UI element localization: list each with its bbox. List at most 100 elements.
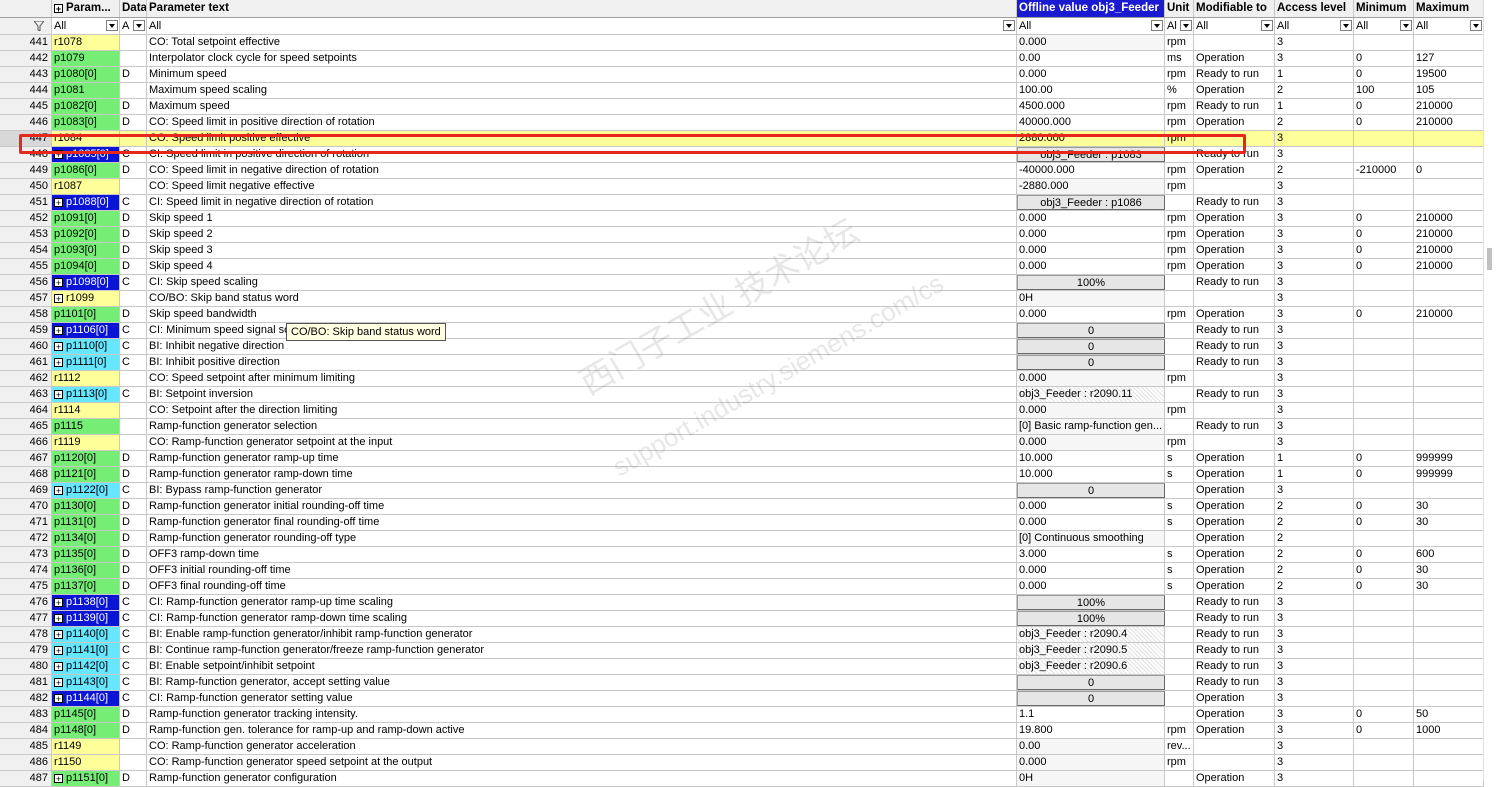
table-row[interactable]: 481 + p1143[0] C BI: Ramp-function generator…	[0, 675, 1484, 691]
offline-value-field[interactable]: 0.000	[1017, 755, 1165, 770]
row-number[interactable]: 444	[0, 83, 52, 98]
row-number[interactable]: 476	[0, 595, 52, 610]
row-number[interactable]: 450	[0, 179, 52, 194]
vertical-scrollbar[interactable]	[1483, 0, 1496, 781]
column-header-minimum[interactable]: Minimum	[1354, 0, 1414, 17]
row-number[interactable]: 478	[0, 627, 52, 642]
table-row[interactable]: 479 + p1141[0] C BI: Continue ramp-function …	[0, 643, 1484, 659]
expand-icon[interactable]: +	[54, 342, 63, 352]
param-number[interactable]: p1131[0]	[52, 515, 120, 530]
param-number[interactable]: p1080[0]	[52, 67, 120, 82]
table-row[interactable]: 446 p1083[0] D CO: Speed limit in positive …	[0, 115, 1484, 131]
dropdown-arrow-icon[interactable]	[1340, 20, 1352, 31]
row-number[interactable]: 479	[0, 643, 52, 658]
row-number[interactable]: 457	[0, 291, 52, 306]
filter-data[interactable]: A	[120, 18, 147, 34]
offline-value-field[interactable]: 10.000	[1017, 451, 1165, 466]
offline-value-field[interactable]: 0H	[1017, 291, 1165, 306]
offline-value-field[interactable]: 1.1	[1017, 707, 1165, 722]
offline-value-field[interactable]: 4500.000	[1017, 99, 1165, 114]
table-row[interactable]: 457 + r1099 CO/BO: Skip band status word 0H 3	[0, 291, 1484, 307]
row-number[interactable]: 469	[0, 483, 52, 498]
row-number[interactable]: 487	[0, 771, 52, 786]
table-row[interactable]: 454 p1093[0] D Skip speed 3 0.000 rpm Operatio…	[0, 243, 1484, 259]
expand-icon[interactable]: +	[54, 678, 63, 688]
offline-value-field[interactable]: 0.000	[1017, 403, 1165, 418]
offline-value-field[interactable]: 3.000	[1017, 547, 1165, 562]
table-row[interactable]: 452 p1091[0] D Skip speed 1 0.000 rpm Operatio…	[0, 211, 1484, 227]
expand-icon[interactable]: +	[54, 278, 63, 288]
table-row[interactable]: 467 p1120[0] D Ramp-function generator ramp…	[0, 451, 1484, 467]
param-number[interactable]: + p1142[0]	[52, 659, 120, 674]
param-number[interactable]: p1130[0]	[52, 499, 120, 514]
table-row[interactable]: 461 + p1111[0] C BI: Inhibit positive direct…	[0, 355, 1484, 371]
param-number[interactable]: p1115	[52, 419, 120, 434]
param-number[interactable]: p1101[0]	[52, 307, 120, 322]
offline-value-field[interactable]: [0] Basic ramp-function gen...	[1017, 419, 1165, 434]
table-row[interactable]: 474 p1136[0] D OFF3 initial rounding-off ti…	[0, 563, 1484, 579]
table-row[interactable]: 486 r1150 CO: Ramp-function generator spee…	[0, 755, 1484, 771]
column-header-param[interactable]: + Param...	[52, 0, 120, 17]
table-row[interactable]: 459 + p1106[0] C CI: Minimum speed signal so…	[0, 323, 1484, 339]
row-number[interactable]: 484	[0, 723, 52, 738]
param-number[interactable]: p1148[0]	[52, 723, 120, 738]
offline-value-field[interactable]: 0.000	[1017, 211, 1165, 226]
dropdown-arrow-icon[interactable]	[1003, 20, 1015, 31]
expand-icon[interactable]: +	[54, 662, 63, 672]
value-interconnect-button[interactable]: obj3_Feeder : p1086	[1017, 195, 1165, 210]
row-number[interactable]: 481	[0, 675, 52, 690]
param-number[interactable]: r1114	[52, 403, 120, 418]
row-number[interactable]: 458	[0, 307, 52, 322]
value-interconnect-button[interactable]: 100%	[1017, 275, 1165, 290]
scrollbar-thumb[interactable]	[1487, 248, 1492, 270]
dropdown-arrow-icon[interactable]	[1400, 20, 1412, 31]
param-number[interactable]: + p1085[0]	[52, 147, 120, 162]
filter-maximum[interactable]: All	[1414, 18, 1484, 34]
param-number[interactable]: + r1099	[52, 291, 120, 306]
filter-param[interactable]: All	[52, 18, 120, 34]
param-number[interactable]: p1079	[52, 51, 120, 66]
table-row[interactable]: 442 p1079 Interpolator clock cycle for spe…	[0, 51, 1484, 67]
expand-icon[interactable]: +	[54, 614, 63, 624]
offline-value-field[interactable]: 0.000	[1017, 259, 1165, 274]
table-row[interactable]: 478 + p1140[0] C BI: Enable ramp-function ge…	[0, 627, 1484, 643]
table-row[interactable]: 472 p1134[0] D Ramp-function generator roun…	[0, 531, 1484, 547]
row-number[interactable]: 446	[0, 115, 52, 130]
offline-value-field[interactable]: 0.000	[1017, 435, 1165, 450]
table-row-selected[interactable]: 447 r1084 CO: Speed limit positive effecti…	[0, 131, 1484, 147]
param-number[interactable]: p1083[0]	[52, 115, 120, 130]
table-row[interactable]: 466 r1119 CO: Ramp-function generator setp…	[0, 435, 1484, 451]
dropdown-arrow-icon[interactable]	[106, 20, 118, 31]
param-number[interactable]: p1092[0]	[52, 227, 120, 242]
param-number[interactable]: p1137[0]	[52, 579, 120, 594]
filter-minimum[interactable]: All	[1354, 18, 1414, 34]
param-number[interactable]: + p1141[0]	[52, 643, 120, 658]
table-row[interactable]: 451 + p1088[0] C CI: Speed limit in negative…	[0, 195, 1484, 211]
table-row[interactable]: 456 + p1098[0] C CI: Skip speed scaling 100% R…	[0, 275, 1484, 291]
row-number[interactable]: 466	[0, 435, 52, 450]
param-number[interactable]: p1081	[52, 83, 120, 98]
table-row[interactable]: 473 p1135[0] D OFF3 ramp-down time 3.000 s Ope…	[0, 547, 1484, 563]
table-row[interactable]: 476 + p1138[0] C CI: Ramp-function generator…	[0, 595, 1484, 611]
column-header-data[interactable]: Data	[120, 0, 147, 17]
param-number[interactable]: r1112	[52, 371, 120, 386]
offline-value-field[interactable]: obj3_Feeder : r2090.4	[1017, 627, 1165, 642]
expand-icon[interactable]: +	[54, 198, 63, 208]
row-number[interactable]: 448	[0, 147, 52, 162]
param-number[interactable]: p1121[0]	[52, 467, 120, 482]
param-number[interactable]: + p1106[0]	[52, 323, 120, 338]
param-number[interactable]: p1093[0]	[52, 243, 120, 258]
table-row[interactable]: 470 p1130[0] D Ramp-function generator init…	[0, 499, 1484, 515]
table-row[interactable]: 443 p1080[0] D Minimum speed 0.000 rpm Ready t…	[0, 67, 1484, 83]
row-number[interactable]: 468	[0, 467, 52, 482]
expand-icon[interactable]: +	[54, 326, 63, 336]
offline-value-field[interactable]: obj3_Feeder : r2090.6	[1017, 659, 1165, 674]
table-row[interactable]: 460 + p1110[0] C BI: Inhibit negative direct…	[0, 339, 1484, 355]
param-number[interactable]: r1119	[52, 435, 120, 450]
param-number[interactable]: p1145[0]	[52, 707, 120, 722]
expand-icon[interactable]: +	[54, 294, 63, 304]
row-number[interactable]: 483	[0, 707, 52, 722]
param-number[interactable]: p1091[0]	[52, 211, 120, 226]
filter-unit[interactable]: Al	[1165, 18, 1194, 34]
dropdown-arrow-icon[interactable]	[133, 20, 145, 31]
